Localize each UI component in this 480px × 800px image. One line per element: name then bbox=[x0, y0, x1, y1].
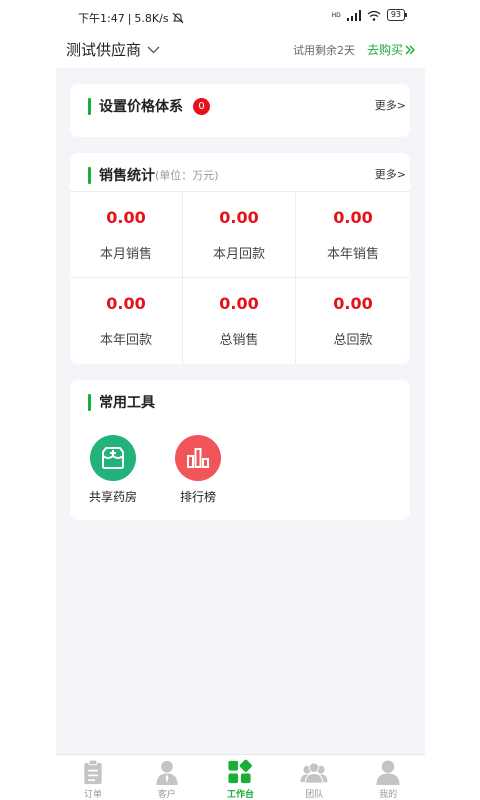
battery-indicator: 93 bbox=[386, 9, 408, 21]
customer-icon bbox=[156, 760, 178, 786]
nav-item-profile[interactable]: 我的 bbox=[351, 755, 425, 800]
stat-value: 0.00 bbox=[333, 208, 373, 227]
stat-value: 0.00 bbox=[106, 208, 146, 227]
chevron-down-icon bbox=[147, 46, 160, 53]
signal-icon bbox=[346, 9, 361, 21]
price-card-title-text: 设置价格体系 bbox=[99, 99, 183, 115]
supplier-name: 测试供应商 bbox=[66, 41, 142, 59]
sales-stats-card: 销售统计 (单位：万元) 更多> 0.00 本月销售 0.00 本月回款 0.0… bbox=[70, 153, 410, 364]
team-icon bbox=[300, 762, 328, 784]
stat-label: 本年销售 bbox=[326, 247, 379, 262]
tool-icon-circle bbox=[175, 435, 221, 481]
status-left: 下午1:47 | 5.8K/s bbox=[78, 10, 184, 26]
pharmacy-icon bbox=[102, 447, 124, 469]
nav-item-workbench[interactable]: 工作台 bbox=[204, 755, 278, 800]
supplier-selector[interactable]: 测试供应商 bbox=[66, 39, 160, 60]
status-separator: | bbox=[127, 11, 132, 25]
sales-card-title: 销售统计 (单位：万元) bbox=[88, 165, 219, 185]
price-system-card: 设置价格体系 0 更多> bbox=[70, 84, 410, 137]
nav-label: 我的 bbox=[379, 790, 398, 800]
sales-unit-text: (单位：万元) bbox=[155, 169, 219, 182]
price-card-title: 设置价格体系 0 bbox=[88, 96, 210, 116]
nav-label: 工作台 bbox=[226, 790, 254, 800]
tool-shared-pharmacy[interactable]: 共享药房 bbox=[83, 435, 143, 505]
stat-total-payment[interactable]: 0.00 总回款 bbox=[296, 278, 410, 364]
nav-item-team[interactable]: 团队 bbox=[277, 755, 351, 800]
tools-card-title: 常用工具 bbox=[88, 392, 155, 412]
nav-item-order[interactable]: 订单 bbox=[56, 755, 130, 800]
app-screen: 下午1:47 | 5.8K/s HD 93 测试供应商 试用剩余2天 去购买 设… bbox=[56, 0, 425, 800]
count-badge: 0 bbox=[193, 97, 210, 115]
ranking-icon bbox=[187, 448, 209, 468]
mute-icon bbox=[172, 12, 183, 24]
stat-label: 本月销售 bbox=[99, 247, 152, 262]
status-time: 下午1:47 bbox=[78, 12, 125, 25]
status-speed: 5.8K/s bbox=[134, 11, 169, 25]
stat-label: 本年回款 bbox=[99, 333, 152, 348]
bottom-nav: 订单 客户 工作台 团队 我的 bbox=[56, 754, 425, 800]
stat-label: 总销售 bbox=[219, 333, 259, 348]
tool-label: 共享药房 bbox=[88, 490, 137, 504]
status-right: HD 93 bbox=[331, 9, 408, 21]
sales-card-title-text: 销售统计 bbox=[99, 168, 155, 184]
wifi-icon bbox=[367, 10, 381, 21]
tool-icon-circle bbox=[90, 435, 136, 481]
tools-card-title-text: 常用工具 bbox=[99, 395, 155, 411]
app-header: 测试供应商 试用剩余2天 去购买 bbox=[56, 34, 425, 68]
stat-month-payment[interactable]: 0.00 本月回款 bbox=[183, 192, 296, 278]
stat-value: 0.00 bbox=[333, 294, 373, 313]
stat-value: 0.00 bbox=[219, 294, 259, 313]
stat-total-sales[interactable]: 0.00 总销售 bbox=[183, 278, 296, 364]
stat-label: 本月回款 bbox=[212, 247, 265, 262]
title-accent-bar bbox=[88, 97, 91, 115]
stat-value: 0.00 bbox=[219, 208, 259, 227]
stat-value: 0.00 bbox=[106, 294, 146, 313]
network-type: HD bbox=[331, 11, 341, 19]
nav-label: 团队 bbox=[305, 790, 324, 800]
status-bar: 下午1:47 | 5.8K/s HD 93 bbox=[56, 0, 425, 34]
order-icon bbox=[84, 759, 102, 785]
buy-label: 去购买 bbox=[366, 43, 403, 57]
stat-year-payment[interactable]: 0.00 本年回款 bbox=[70, 278, 183, 364]
stat-month-sales[interactable]: 0.00 本月销售 bbox=[70, 192, 183, 278]
buy-button[interactable]: 去购买 bbox=[367, 41, 415, 58]
tool-label: 排行榜 bbox=[179, 490, 216, 504]
double-chevron-right-icon bbox=[405, 45, 415, 54]
nav-label: 订单 bbox=[83, 790, 102, 800]
stat-label: 总回款 bbox=[333, 333, 373, 348]
trial-remaining: 试用剩余2天 bbox=[293, 44, 355, 57]
stats-grid: 0.00 本月销售 0.00 本月回款 0.00 本年销售 0.00 本年回款 … bbox=[70, 191, 410, 364]
common-tools-card: 常用工具 共享药房 排行榜 bbox=[70, 380, 410, 520]
price-more-link[interactable]: 更多> bbox=[375, 97, 406, 113]
title-accent-bar bbox=[88, 166, 91, 184]
workbench-icon bbox=[228, 759, 253, 784]
sales-more-link[interactable]: 更多> bbox=[375, 166, 406, 182]
profile-icon bbox=[376, 760, 400, 786]
nav-label: 客户 bbox=[157, 790, 176, 800]
title-accent-bar bbox=[88, 393, 91, 411]
nav-item-customer[interactable]: 客户 bbox=[130, 755, 204, 800]
stat-year-sales[interactable]: 0.00 本年销售 bbox=[296, 192, 410, 278]
tool-ranking[interactable]: 排行榜 bbox=[168, 435, 228, 505]
